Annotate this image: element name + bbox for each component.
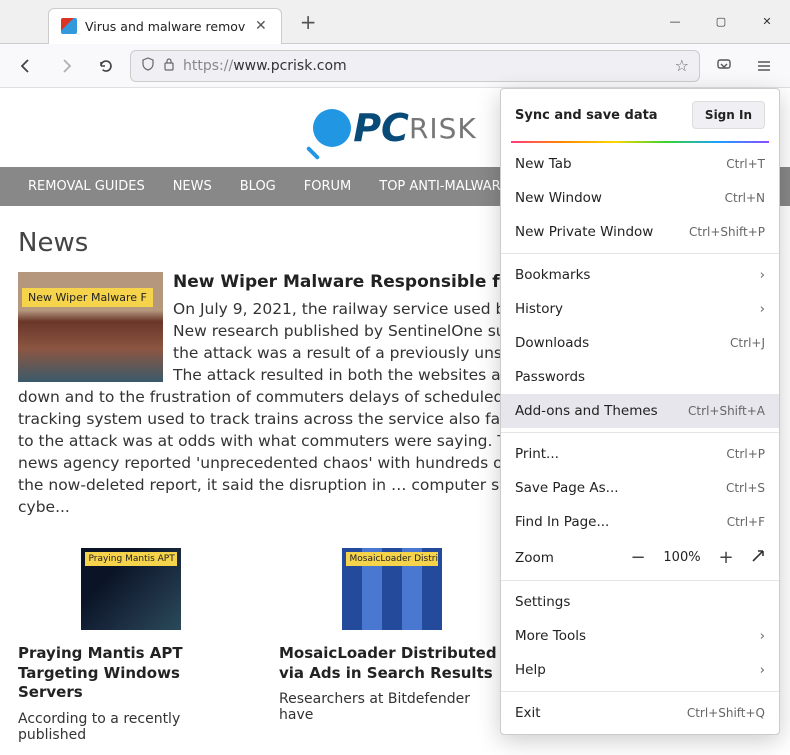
menu-find-in-page[interactable]: Find In Page...Ctrl+F: [501, 505, 779, 539]
app-menu-dropdown: Sync and save data Sign In New TabCtrl+T…: [500, 88, 780, 735]
zoom-value: 100%: [663, 550, 701, 565]
card-thumbnail[interactable]: MosaicLoader Distrib: [342, 548, 442, 630]
signin-button[interactable]: Sign In: [692, 101, 765, 129]
browser-tab[interactable]: Virus and malware removal inst ✕: [48, 8, 282, 44]
browser-toolbar: https://www.pcrisk.com ☆: [0, 44, 790, 88]
menu-new-window[interactable]: New WindowCtrl+N: [501, 181, 779, 215]
menu-group-1: New TabCtrl+T New WindowCtrl+N New Priva…: [501, 147, 779, 249]
zoom-label: Zoom: [515, 550, 613, 566]
card-thumbnail[interactable]: Praying Mantis APT T: [81, 548, 181, 630]
site-logo[interactable]: PCRISK: [313, 106, 477, 150]
address-bar[interactable]: https://www.pcrisk.com ☆: [130, 50, 700, 82]
menu-history[interactable]: History›: [501, 292, 779, 326]
menu-group-2: Bookmarks› History› DownloadsCtrl+J Pass…: [501, 258, 779, 428]
sync-label: Sync and save data: [515, 108, 658, 123]
article-card: Praying Mantis APT T Praying Mantis APT …: [18, 548, 243, 743]
menu-new-tab[interactable]: New TabCtrl+T: [501, 147, 779, 181]
menu-bookmarks[interactable]: Bookmarks›: [501, 258, 779, 292]
menu-group-4: Settings More Tools› Help›: [501, 585, 779, 687]
zoom-in-button[interactable]: +: [715, 547, 737, 568]
nav-forum[interactable]: FORUM: [290, 167, 365, 206]
card-excerpt: Researchers at Bitdefender have: [279, 691, 504, 723]
close-window-button[interactable]: ✕: [744, 4, 790, 40]
menu-separator-rainbow: [511, 141, 769, 143]
menu-separator: [501, 580, 779, 581]
tab-title: Virus and malware removal inst: [85, 19, 245, 34]
nav-removal-guides[interactable]: REMOVAL GUIDES: [14, 167, 159, 206]
chevron-right-icon: ›: [760, 662, 765, 678]
menu-addons-themes[interactable]: Add-ons and ThemesCtrl+Shift+A: [501, 394, 779, 428]
card-title[interactable]: Praying Mantis APT Targeting Windows Ser…: [18, 644, 243, 703]
url-text: https://www.pcrisk.com: [183, 58, 667, 74]
card-excerpt: According to a recently published: [18, 711, 243, 743]
chevron-right-icon: ›: [760, 628, 765, 644]
menu-help[interactable]: Help›: [501, 653, 779, 687]
nav-blog[interactable]: BLOG: [226, 167, 290, 206]
pocket-icon[interactable]: [708, 50, 740, 82]
maximize-button[interactable]: ▢: [698, 4, 744, 40]
menu-settings[interactable]: Settings: [501, 585, 779, 619]
new-tab-button[interactable]: +: [294, 10, 323, 34]
menu-separator: [501, 253, 779, 254]
chevron-right-icon: ›: [760, 301, 765, 317]
menu-more-tools[interactable]: More Tools›: [501, 619, 779, 653]
menu-new-private-window[interactable]: New Private WindowCtrl+Shift+P: [501, 215, 779, 249]
article-thumbnail[interactable]: New Wiper Malware F: [18, 272, 163, 382]
window-controls: — ▢ ✕: [652, 4, 790, 40]
thumbnail-caption: New Wiper Malware F: [22, 288, 153, 307]
favicon-icon: [61, 18, 77, 34]
fullscreen-button[interactable]: [751, 549, 765, 567]
menu-save-page[interactable]: Save Page As...Ctrl+S: [501, 471, 779, 505]
nav-news[interactable]: NEWS: [159, 167, 226, 206]
menu-exit[interactable]: ExitCtrl+Shift+Q: [501, 696, 779, 730]
zoom-out-button[interactable]: −: [627, 547, 649, 568]
menu-passwords[interactable]: Passwords: [501, 360, 779, 394]
card-title[interactable]: MosaicLoader Distributed via Ads in Sear…: [279, 644, 504, 683]
forward-button[interactable]: [50, 50, 82, 82]
chevron-right-icon: ›: [760, 267, 765, 283]
menu-zoom-row: Zoom − 100% +: [501, 539, 779, 576]
shield-icon[interactable]: [141, 57, 155, 75]
bookmark-star-icon[interactable]: ☆: [675, 56, 689, 75]
menu-group-3: Print...Ctrl+P Save Page As...Ctrl+S Fin…: [501, 437, 779, 576]
hamburger-menu-button[interactable]: [748, 50, 780, 82]
magnifier-icon: [313, 109, 351, 147]
menu-separator: [501, 432, 779, 433]
menu-separator: [501, 691, 779, 692]
reload-button[interactable]: [90, 50, 122, 82]
title-bar: Virus and malware removal inst ✕ + — ▢ ✕: [0, 0, 790, 44]
lock-icon[interactable]: [163, 57, 175, 75]
minimize-button[interactable]: —: [652, 4, 698, 40]
back-button[interactable]: [10, 50, 42, 82]
menu-group-5: ExitCtrl+Shift+Q: [501, 696, 779, 730]
menu-print[interactable]: Print...Ctrl+P: [501, 437, 779, 471]
menu-sync-row: Sync and save data Sign In: [501, 89, 779, 141]
close-tab-icon[interactable]: ✕: [253, 18, 269, 34]
menu-downloads[interactable]: DownloadsCtrl+J: [501, 326, 779, 360]
article-card: MosaicLoader Distrib MosaicLoader Distri…: [279, 548, 504, 743]
